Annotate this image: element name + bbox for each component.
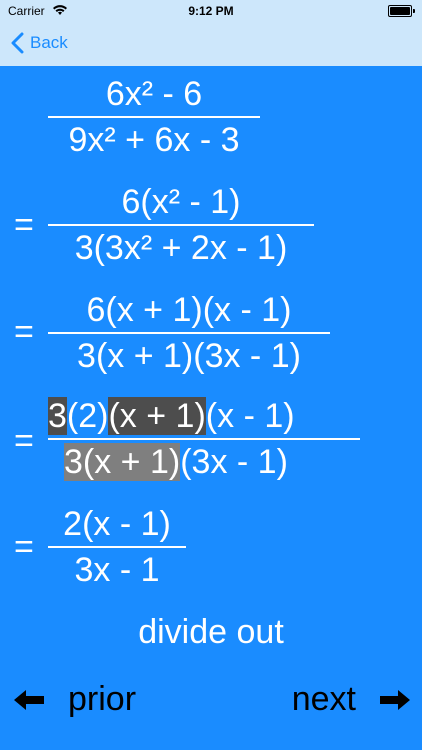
fraction-bar [48,224,314,226]
navigation-bar: Back [0,22,422,66]
numerator: 6x² - 6 [105,75,203,113]
denominator: 3(3x² + 2x - 1) [74,229,288,267]
fraction-bar [48,546,186,548]
status-bar: Carrier 9:12 PM [0,0,422,22]
factor: (2) [66,397,109,435]
denominator: 9x² + 6x - 3 [68,121,240,159]
fraction-step-2: 6(x² - 1) 3(3x² + 2x - 1) [48,182,314,268]
fraction-step-5: 2(x - 1) 3x - 1 [48,504,186,590]
arrow-left-icon [14,689,44,710]
factor: (3x - 1) [180,443,288,481]
fraction-bar [48,332,330,334]
denominator: 3x - 1 [74,551,160,589]
highlight-factor: 3 [48,397,67,435]
fraction-step-1: 6x² - 6 9x² + 6x - 3 [48,74,260,160]
chevron-left-icon [11,32,24,54]
equals-sign: = [14,528,34,566]
footer-nav: prior next [0,680,422,730]
highlight-factor: (x + 1) [108,397,206,435]
numerator: 2(x - 1) [63,505,171,543]
battery-icon [388,5,415,17]
denominator: 3(x + 1)(3x - 1) [48,442,360,482]
fraction-step-4: 3(2)(x + 1)(x - 1) 3(x + 1)(3x - 1) [48,396,360,482]
fraction-step-3: 6(x + 1)(x - 1) 3(x + 1)(3x - 1) [48,290,330,376]
next-button[interactable]: next [292,680,412,719]
step-caption: divide out [138,613,284,651]
highlight-factor: 3(x + 1) [64,443,181,481]
equals-sign: = [14,206,34,244]
factor: (x - 1) [205,397,295,435]
numerator: 6(x² - 1) [121,183,241,221]
fraction-bar [48,116,260,118]
denominator: 3(x + 1)(3x - 1) [77,337,301,375]
back-label: Back [30,33,68,52]
numerator: 6(x + 1)(x - 1) [86,291,292,329]
numerator: 3(2)(x + 1)(x - 1) [48,396,360,436]
back-button[interactable]: Back [10,32,68,54]
clock: 9:12 PM [188,4,234,18]
prior-button[interactable]: prior [12,680,136,719]
fraction-bar [48,438,360,440]
equals-sign: = [14,313,34,351]
equals-sign: = [14,422,34,460]
arrow-right-icon [380,689,410,710]
prior-label: prior [68,680,137,718]
next-label: next [291,680,356,718]
